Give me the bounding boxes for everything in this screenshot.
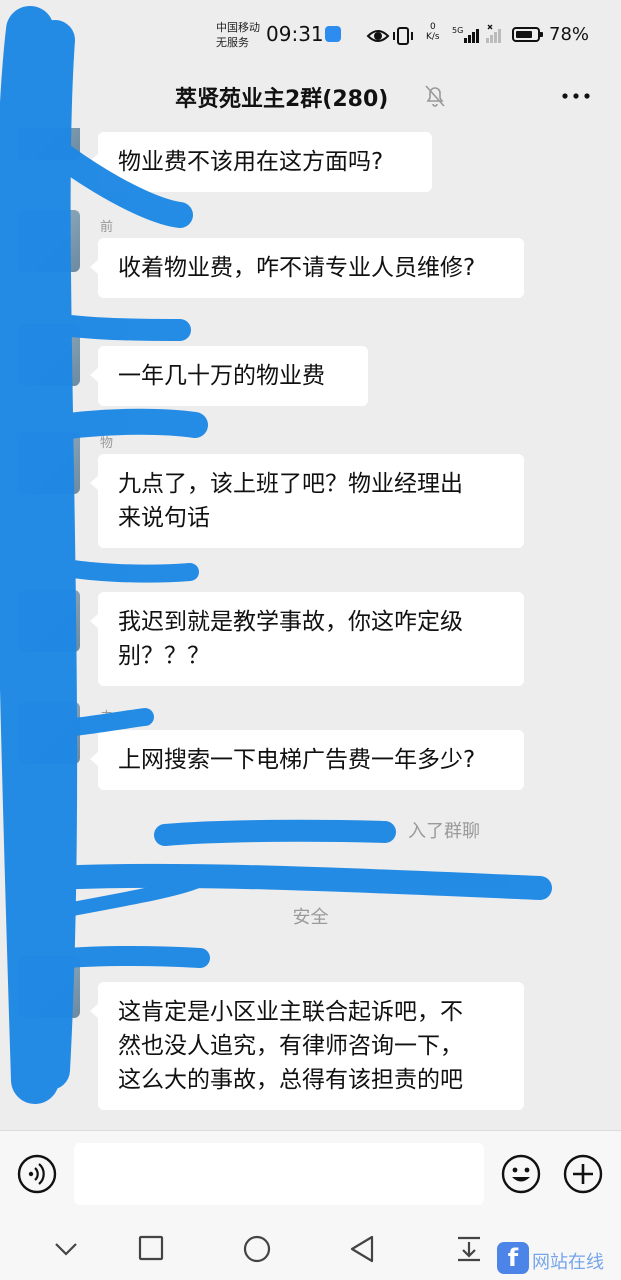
watermark-logo: f (497, 1242, 529, 1274)
message-text: 收着物业费，咋不请专业人员维修? (118, 255, 476, 281)
chevron-down-icon[interactable] (52, 1234, 80, 1262)
battery-icon (512, 27, 543, 42)
avatar[interactable] (18, 128, 80, 160)
net-speed: 0 K/s (426, 22, 440, 42)
emoji-icon[interactable] (500, 1153, 542, 1195)
status-time: 09:31 (266, 22, 324, 46)
recent-apps-icon[interactable] (137, 1234, 165, 1262)
message-text: 上网搜索一下电梯广告费一年多少? (118, 747, 476, 773)
battery-percent: 78% (549, 24, 590, 45)
message-text: 别？？？ (118, 643, 210, 669)
message-bubble[interactable]: 一年几十万的物业费 (90, 346, 368, 406)
sender-name: 前 (100, 220, 114, 235)
message-text: 然也没人追究，有律师咨询一下， (118, 1033, 463, 1059)
back-icon[interactable] (348, 1234, 376, 1264)
avatar[interactable] (18, 956, 80, 1018)
input-bar (0, 1130, 621, 1217)
message-bubble[interactable]: 这肯定是小区业主联合起诉吧，不 然也没人追究，有律师咨询一下， 这么大的事故，总… (90, 982, 524, 1110)
battery-fill (516, 31, 532, 38)
avatar[interactable] (18, 590, 80, 652)
message-text: 物业费不该用在这方面吗? (118, 149, 384, 175)
message-bubble[interactable]: 物业费不该用在这方面吗? (90, 132, 432, 192)
status-bar: 中国移动 无服务 09:31 0 K/s 5G 78% (0, 0, 621, 64)
avatar[interactable] (18, 210, 80, 272)
avatar[interactable] (18, 702, 80, 764)
home-icon[interactable] (242, 1234, 272, 1264)
message-bubble[interactable]: 九点了，该上班了吧？物业经理出 来说句话 (90, 454, 524, 548)
notification-pulldown-icon[interactable] (455, 1234, 483, 1262)
carrier-info: 中国移动 无服务 (216, 20, 260, 50)
message-text: 来说句话 (118, 505, 210, 531)
avatar[interactable] (18, 324, 80, 386)
eye-comfort-icon (366, 27, 413, 45)
message-text: 一年几十万的物业费 (118, 363, 325, 389)
message-text: 这肯定是小区业主联合起诉吧，不 (118, 999, 463, 1025)
system-message: 入了群聊 (408, 821, 480, 842)
watermark-text: 网站在线 (532, 1252, 604, 1273)
sender-name: 夫 (100, 710, 114, 725)
service-status: 无服务 (216, 36, 249, 49)
message-bubble[interactable]: 收着物业费，咋不请专业人员维修? (90, 238, 524, 298)
message-text: 这么大的事故，总得有该担责的吧 (118, 1067, 463, 1093)
muted-bell-icon (425, 85, 445, 107)
chat-header: 萃贤苑业主2群(280) (0, 64, 621, 128)
message-bubble[interactable]: 上网搜索一下电梯广告费一年多少? (90, 730, 524, 790)
message-bubble[interactable]: 我迟到就是教学事故，你这咋定级 别？？？ (90, 592, 524, 686)
group-title[interactable]: 萃贤苑业主2群(280) (175, 81, 388, 113)
net-speed-unit: K/s (426, 32, 440, 42)
net-speed-value: 0 (429, 22, 436, 32)
more-options-icon[interactable] (561, 86, 591, 106)
signal-icon: 5G (452, 24, 501, 43)
battery-nub (540, 32, 543, 37)
message-text: 我迟到就是教学事故，你这咋定级 (118, 609, 463, 635)
message-text: 九点了，该上班了吧？物业经理出 (118, 471, 463, 497)
sender-name: 物 (100, 436, 114, 451)
avatar[interactable] (18, 432, 80, 494)
message-input[interactable] (74, 1143, 484, 1205)
system-message: 安全 (292, 907, 329, 928)
voice-input-icon[interactable] (16, 1153, 58, 1195)
weather-app-icon (325, 26, 341, 42)
carrier-name: 中国移动 (216, 21, 260, 34)
add-more-icon[interactable] (562, 1153, 604, 1195)
message-list[interactable]: 物业费不该用在这方面吗? 前 收着物业费，咋不请专业人员维修? 一年几十万的物业… (0, 128, 621, 1130)
network-type-label: 5G (452, 26, 463, 35)
